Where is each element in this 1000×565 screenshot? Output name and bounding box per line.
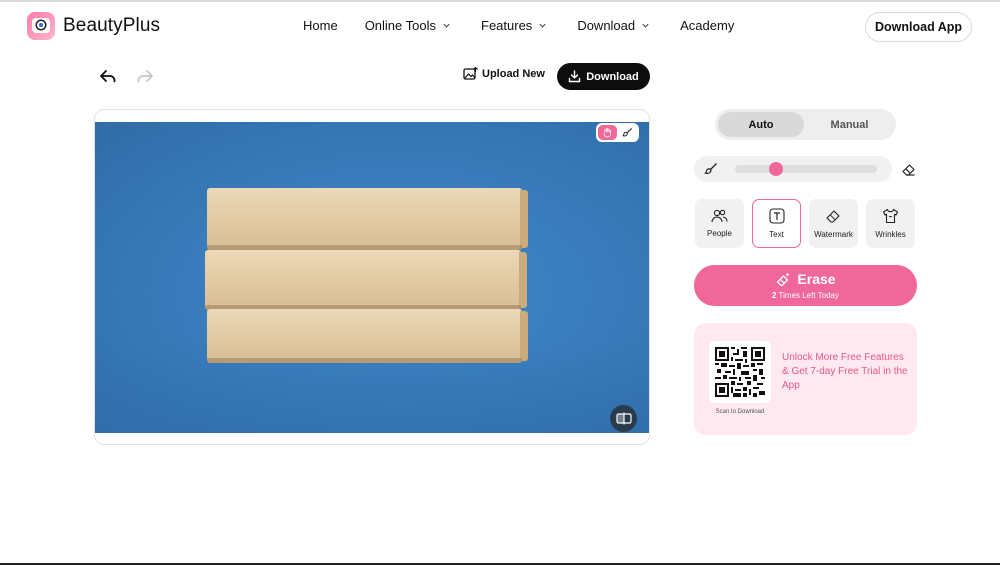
- undo-icon[interactable]: [98, 66, 118, 86]
- upload-new-button[interactable]: Upload New: [463, 67, 545, 81]
- removal-categories: People Text Watermark Wrinkles: [695, 199, 915, 248]
- chevron-down-icon: [443, 23, 450, 28]
- download-label: Download: [586, 70, 639, 83]
- download-icon: [569, 70, 581, 83]
- qr-caption: Scan to Download: [715, 409, 765, 415]
- shirt-icon: [882, 208, 899, 224]
- main-nav: Home Online Tools Features Download Acad…: [303, 18, 734, 33]
- erase-count: 2: [771, 291, 777, 300]
- category-wrinkles[interactable]: Wrinkles: [866, 199, 915, 248]
- nav-online-tools-label: Online Tools: [364, 18, 436, 33]
- nav-home[interactable]: Home: [303, 18, 338, 33]
- category-watermark[interactable]: Watermark: [809, 199, 858, 248]
- nav-download-label: Download: [577, 18, 636, 33]
- hand-icon: [603, 128, 611, 138]
- download-button[interactable]: Download: [557, 63, 650, 90]
- category-people[interactable]: People: [695, 199, 744, 248]
- beautyplus-logo-icon: [27, 12, 55, 40]
- eraser-icon[interactable]: [901, 162, 916, 177]
- text-icon: [768, 208, 785, 224]
- redo-icon[interactable]: [135, 66, 155, 86]
- category-wrinkles-label: Wrinkles: [875, 230, 906, 239]
- compare-icon: [615, 412, 632, 425]
- chevron-down-icon: [539, 23, 546, 28]
- canvas-tool-toggle: [596, 123, 639, 142]
- category-text-label: Text: [769, 230, 784, 239]
- upload-new-label: Upload New: [482, 68, 545, 80]
- download-app-button[interactable]: Download App: [865, 12, 972, 42]
- people-icon: [711, 209, 728, 223]
- chevron-down-icon: [642, 23, 649, 28]
- brush-icon: [622, 128, 633, 137]
- nav-home-label: Home: [303, 18, 338, 33]
- editable-photo[interactable]: [95, 122, 649, 433]
- promo-line-1: Unlock More Free Features: [782, 352, 904, 363]
- qr-code-image: [715, 347, 765, 397]
- qr-code: [709, 341, 771, 403]
- nav-academy[interactable]: Academy: [680, 18, 734, 33]
- brand-name: BeautyPlus: [63, 15, 161, 36]
- magic-eraser-icon: [777, 272, 791, 286]
- eraser-icon: [826, 209, 840, 223]
- wood-block: [207, 188, 528, 250]
- category-text[interactable]: Text: [752, 199, 801, 248]
- app-promo-card[interactable]: Scan to Download Unlock More Free Featur…: [694, 323, 917, 435]
- erase-label: Erase: [797, 271, 836, 287]
- nav-features-label: Features: [481, 18, 533, 33]
- brush-size-control: [694, 156, 892, 182]
- compare-button[interactable]: [610, 405, 637, 432]
- brand-logo[interactable]: BeautyPlus: [27, 12, 160, 40]
- slider-handle[interactable]: [769, 162, 784, 176]
- brush-icon: [704, 163, 717, 174]
- image-upload-icon: [463, 67, 478, 80]
- erase-button[interactable]: Erase 2 Times Left Today: [694, 265, 917, 306]
- nav-academy-label: Academy: [680, 18, 735, 33]
- wood-block: [207, 309, 528, 363]
- site-header: BeautyPlus Home Online Tools Features Do…: [0, 2, 1000, 52]
- category-watermark-label: Watermark: [814, 229, 853, 239]
- brush-tool-button[interactable]: [619, 125, 638, 140]
- mode-manual-button[interactable]: Manual: [806, 112, 893, 137]
- mode-auto-button[interactable]: Auto: [718, 112, 804, 137]
- erase-quota-label: Times Left Today: [778, 291, 839, 300]
- erase-quota: 2 Times Left Today: [694, 291, 917, 300]
- mode-toggle: Auto Manual: [715, 109, 896, 140]
- nav-features[interactable]: Features: [481, 18, 547, 33]
- promo-text: Unlock More Free Features & Get 7-day Fr…: [782, 351, 912, 393]
- category-people-label: People: [707, 229, 732, 238]
- brush-size-slider[interactable]: [735, 162, 877, 176]
- wood-block: [205, 250, 527, 310]
- nav-download[interactable]: Download: [577, 18, 650, 33]
- nav-online-tools[interactable]: Online Tools: [365, 18, 451, 33]
- promo-line-2: & Get 7-day Free Trial in the App: [782, 366, 908, 391]
- hand-tool-button[interactable]: [598, 125, 617, 140]
